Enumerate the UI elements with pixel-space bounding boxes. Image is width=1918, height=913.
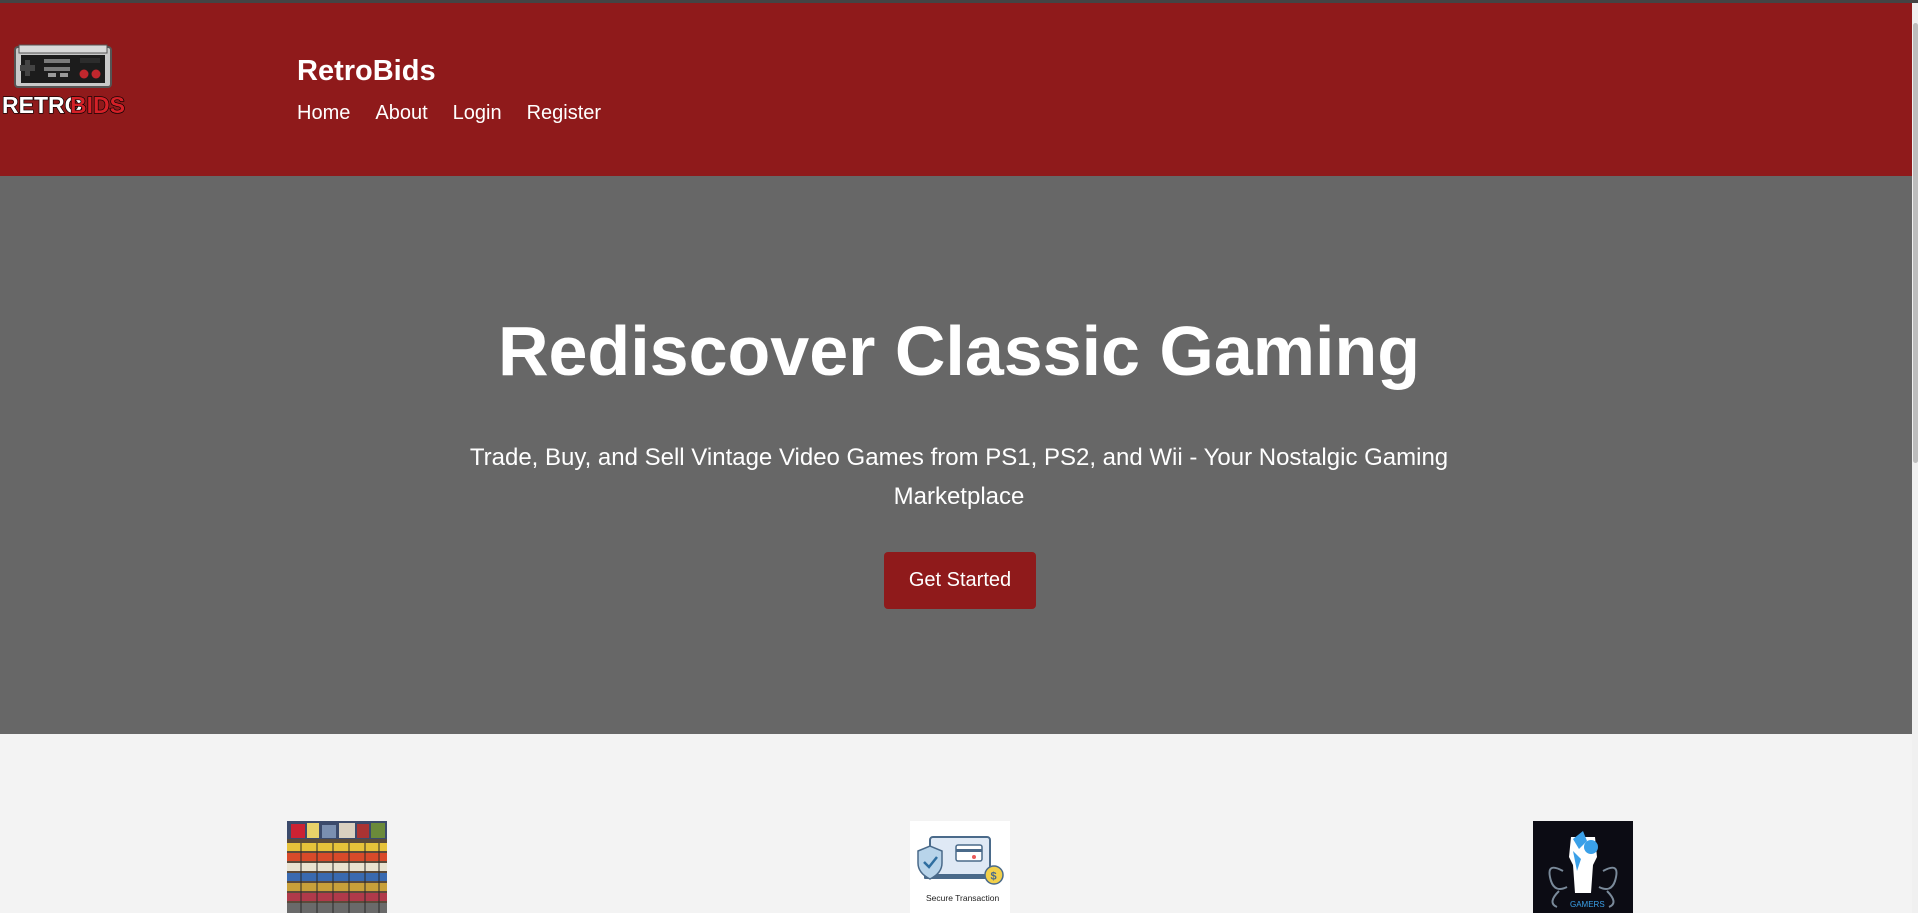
nav-login-link[interactable]: Login — [453, 102, 502, 125]
community-emblem-image: GAMERS — [1533, 821, 1633, 913]
hero-subtitle: Trade, Buy, and Sell Vintage Video Games… — [469, 444, 1449, 510]
page-scrollbar[interactable] — [1912, 3, 1918, 913]
get-started-button[interactable]: Get Started — [884, 552, 1036, 609]
site-header: RETRO BIDS RetroBids Home About Login Re… — [0, 3, 1918, 176]
main-nav: Home About Login Register — [297, 102, 601, 125]
nav-home-link[interactable]: Home — [297, 102, 350, 125]
hero-section: Rediscover Classic Gaming Trade, Buy, an… — [0, 176, 1918, 734]
features-section: $ Secure Transaction GAMERS — [0, 734, 1918, 913]
retrobids-logo[interactable]: RETRO BIDS — [0, 41, 128, 123]
secure-transaction-caption: Secure Transaction — [926, 893, 1000, 903]
site-title[interactable]: RetroBids — [297, 55, 436, 88]
secure-transaction-image: $ Secure Transaction — [910, 821, 1010, 913]
scrollbar-thumb[interactable] — [1913, 23, 1918, 463]
hero-title: Rediscover Classic Gaming — [497, 312, 1421, 390]
nav-register-link[interactable]: Register — [527, 102, 601, 125]
community-emblem-caption: GAMERS — [1570, 900, 1605, 909]
logo-text-bids: BIDS — [70, 92, 125, 118]
nav-about-link[interactable]: About — [375, 102, 427, 125]
game-collection-image — [287, 821, 387, 913]
svg-text:$: $ — [991, 871, 997, 883]
